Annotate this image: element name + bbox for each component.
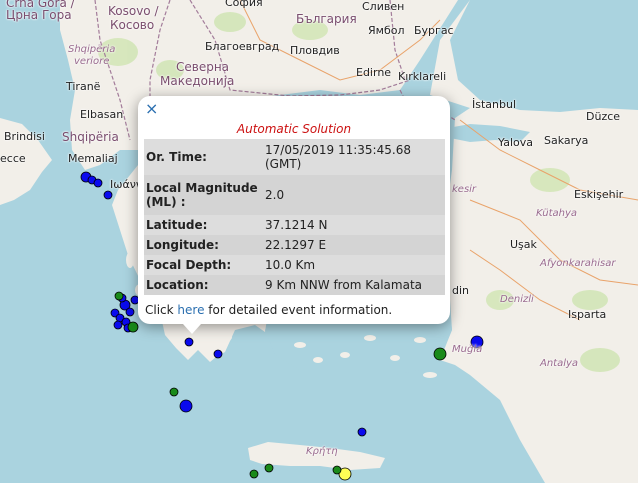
event-marker-green[interactable] [264, 463, 274, 473]
table-row: Longitude: 22.1297 E [144, 235, 445, 255]
label-isparta: Isparta [568, 308, 607, 321]
label-tirane: Tiranë [66, 80, 101, 93]
label-sakarya: Sakarya [544, 134, 589, 147]
event-marker-green[interactable] [169, 387, 179, 397]
table-row: Or. Time: 17/05/2019 11:35:45.68 (GMT) [144, 139, 445, 175]
label-shqiperia-veriore: Shqipëria [68, 44, 116, 55]
footer-suffix: for detailed event information. [204, 303, 393, 317]
event-marker-green[interactable] [249, 469, 259, 479]
event-popup: × Automatic Solution Or. Time: 17/05/201… [138, 96, 450, 334]
label-usak: Uşak [510, 238, 537, 251]
label-kirklareli: Kırklareli [398, 70, 447, 83]
location-label: Location: [144, 275, 263, 295]
label-antalya: Antalya [540, 358, 579, 369]
table-row: Focal Depth: 10.0 Km [144, 255, 445, 275]
event-marker-blue[interactable] [113, 320, 123, 330]
event-details-table: Or. Time: 17/05/2019 11:35:45.68 (GMT) L… [144, 139, 445, 295]
label-crna-gora: Црна Гора [6, 8, 72, 22]
event-marker-blue[interactable] [93, 178, 103, 188]
label-memaliaj: Memaliaj [68, 152, 118, 165]
label-kosovo: Kosovo / [108, 4, 159, 18]
popup-footer: Click here for detailed event informatio… [145, 303, 392, 317]
location-value: 9 Km NNW from Kalamata [263, 275, 445, 295]
sea-black [450, 0, 638, 112]
label-lecce: ecce [0, 152, 26, 165]
label-severna: Северна [176, 60, 230, 74]
table-row: Local Magnitude (ML) : 2.0 [144, 175, 445, 215]
table-row: Latitude: 37.1214 N [144, 215, 445, 235]
event-marker-green[interactable] [332, 465, 342, 475]
origin-time-label: Or. Time: [144, 139, 263, 175]
label-veriore: veriore [74, 56, 110, 67]
details-link[interactable]: here [177, 303, 204, 317]
label-istanbul: İstanbul [472, 98, 517, 111]
label-sofia: София [225, 0, 263, 9]
label-aydin: din [452, 284, 470, 297]
event-marker-green[interactable] [127, 321, 139, 333]
event-marker-blue[interactable] [357, 427, 367, 437]
label-kosovo-cyr: Косово [110, 18, 155, 32]
label-elbasan: Elbasan [80, 108, 124, 121]
label-afyonkarahisar: Afyonkarahisar [540, 258, 616, 269]
label-brindisi: Brindisi [4, 130, 45, 143]
event-marker-blue[interactable] [179, 399, 193, 413]
label-kutahya: Kütahya [536, 208, 578, 219]
label-eskisehir: Eskişehir [574, 188, 624, 201]
label-denizli: Denizli [500, 294, 534, 305]
latitude-label: Latitude: [144, 215, 263, 235]
label-duzce: Düzce [586, 110, 621, 123]
label-blagoevgrad: Благоевград [205, 40, 280, 53]
event-marker-blue[interactable] [184, 337, 194, 347]
table-row: Location: 9 Km NNW from Kalamata [144, 275, 445, 295]
event-marker-blue[interactable] [103, 190, 113, 200]
close-icon[interactable]: × [145, 100, 158, 118]
event-marker-blue[interactable] [125, 307, 135, 317]
longitude-label: Longitude: [144, 235, 263, 255]
event-marker-blue[interactable] [213, 349, 223, 359]
label-mugla: Muğla [452, 344, 483, 355]
label-shqiperia: Shqipëria [62, 130, 119, 144]
popup-tip [183, 324, 201, 334]
label-edirne: Edirne [356, 66, 392, 79]
label-sliven: Сливен [362, 0, 405, 13]
magnitude-value: 2.0 [263, 175, 445, 215]
label-plovdiv: Пловдив [290, 44, 340, 57]
longitude-value: 22.1297 E [263, 235, 445, 255]
depth-value: 10.0 Km [263, 255, 445, 275]
label-yambol: Ямбол [368, 24, 405, 37]
footer-prefix: Click [145, 303, 178, 317]
label-bulgaria: България [296, 12, 357, 26]
popup-title: Automatic Solution [236, 122, 352, 136]
event-marker-green[interactable] [114, 291, 124, 301]
label-makedonija: Македонија [160, 74, 235, 88]
label-burgas: Бургас [414, 24, 454, 37]
magnitude-label: Local Magnitude (ML) : [144, 175, 263, 215]
label-balikesir: kesir [452, 184, 477, 195]
label-kriti: Κρήτη [306, 446, 338, 457]
label-yalova: Yalova [498, 136, 533, 149]
origin-time-value: 17/05/2019 11:35:45.68 (GMT) [263, 139, 445, 175]
depth-label: Focal Depth: [144, 255, 263, 275]
latitude-value: 37.1214 N [263, 215, 445, 235]
event-marker-green[interactable] [433, 347, 447, 361]
